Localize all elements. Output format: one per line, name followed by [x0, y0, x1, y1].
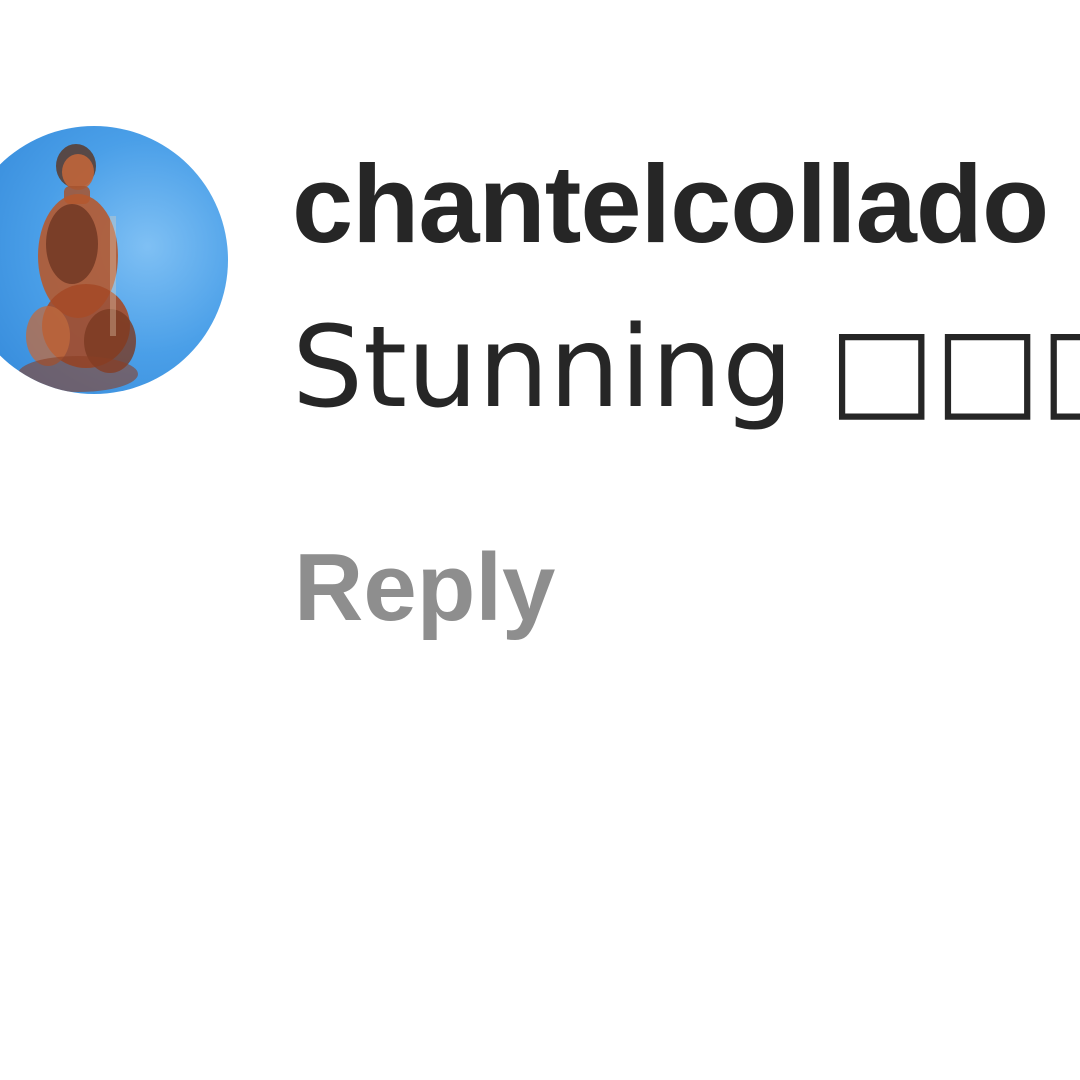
user-avatar[interactable] — [0, 126, 228, 394]
comment-item: chantelcollado Stunning □□□ Reply — [0, 0, 1080, 700]
comment-username[interactable]: chantelcollado — [292, 150, 1049, 260]
comment-screen: chantelcollado Stunning □□□ Reply — [0, 0, 1080, 1080]
profile-photo-icon — [18, 144, 138, 392]
reply-button[interactable]: Reply — [294, 540, 555, 636]
comment-text: Stunning □□□ — [292, 303, 1080, 433]
